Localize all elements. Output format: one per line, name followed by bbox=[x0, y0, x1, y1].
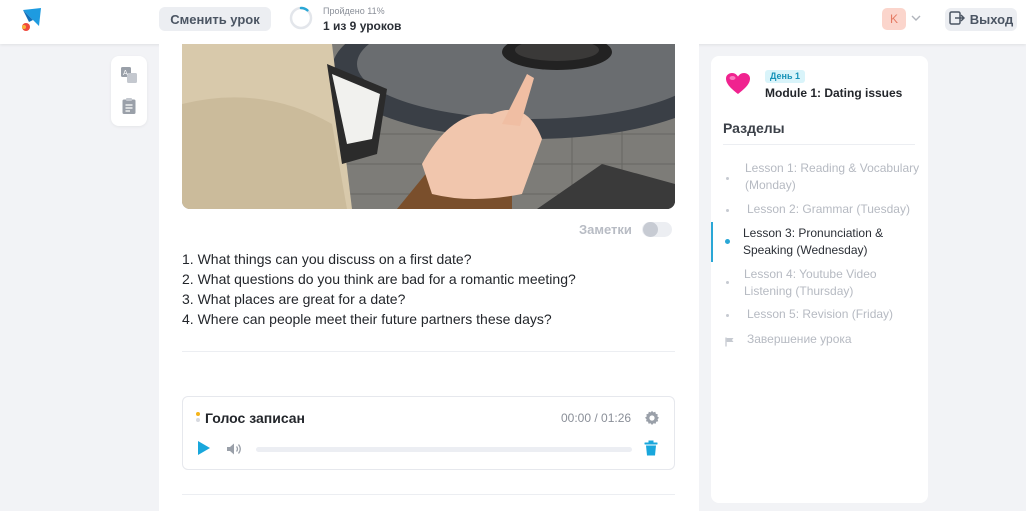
lesson-dot-active bbox=[725, 239, 730, 244]
notes-toggle[interactable] bbox=[641, 222, 672, 237]
sidebar-item-lesson-1[interactable]: Lesson 1: Reading & Vocabulary (Monday) bbox=[745, 160, 925, 194]
lesson-dot bbox=[726, 314, 729, 317]
sections-heading: Разделы bbox=[723, 120, 785, 136]
logout-button[interactable]: Выход bbox=[945, 8, 1017, 31]
chevron-down-icon[interactable] bbox=[910, 11, 922, 23]
question-item: 4. Where can people meet their future pa… bbox=[182, 311, 552, 327]
notes-label: Заметки bbox=[579, 222, 632, 237]
lesson-progress-ring bbox=[289, 6, 313, 30]
section-divider-bottom bbox=[182, 494, 675, 495]
notes-toggle-row[interactable]: Заметки bbox=[579, 222, 672, 237]
sidebar-item-lesson-4[interactable]: Lesson 4: Youtube Video Listening (Thurs… bbox=[744, 266, 924, 300]
gear-icon[interactable] bbox=[644, 410, 660, 426]
day-badge: День 1 bbox=[765, 70, 806, 83]
sidebar-item-lesson-3[interactable]: Lesson 3: Pronunciation & Speaking (Wedn… bbox=[743, 225, 923, 259]
volume-icon[interactable] bbox=[226, 441, 242, 457]
voice-recording-card: Голос записан 00:00 / 01:26 bbox=[182, 396, 675, 470]
sidebar-item-finish[interactable]: Завершение урока bbox=[747, 332, 852, 346]
flag-icon bbox=[725, 334, 735, 347]
question-item: 2. What questions do you think are bad f… bbox=[182, 271, 576, 287]
user-avatar[interactable]: K bbox=[882, 8, 906, 30]
recording-title: Голос записан bbox=[205, 410, 306, 426]
svg-text:A: A bbox=[123, 70, 128, 77]
sidebar-item-lesson-5[interactable]: Lesson 5: Revision (Friday) bbox=[747, 306, 927, 323]
question-item: 1. What things can you discuss on a firs… bbox=[182, 251, 472, 267]
play-icon[interactable] bbox=[196, 440, 212, 456]
clipboard-icon[interactable] bbox=[119, 96, 139, 116]
module-title: Module 1: Dating issues bbox=[765, 86, 903, 100]
lesson-sidebar: День 1 Module 1: Dating issues Разделы L… bbox=[711, 56, 928, 503]
progress-text: Пройдено 11% 1 из 9 уроков bbox=[323, 6, 401, 34]
lesson-dot bbox=[726, 177, 729, 180]
sections-divider bbox=[723, 144, 915, 145]
side-tools: A bbox=[111, 56, 147, 126]
change-lesson-button[interactable]: Сменить урок bbox=[159, 7, 271, 31]
progress-percent-caption: Пройдено 11% bbox=[323, 6, 385, 16]
lesson-dot bbox=[726, 209, 729, 212]
toggle-knob bbox=[642, 222, 658, 237]
translate-icon[interactable]: A bbox=[119, 65, 139, 85]
discussion-questions: 1. What things can you discuss on a firs… bbox=[182, 249, 576, 329]
lesson-dot bbox=[726, 281, 729, 284]
active-lesson-indicator bbox=[711, 222, 713, 262]
logout-label: Выход bbox=[969, 12, 1014, 27]
heart-icon bbox=[725, 72, 751, 96]
lesson-content: Заметки 1. What things can you discuss o… bbox=[159, 44, 699, 511]
progress-lessons-count: 1 из 9 уроков bbox=[323, 19, 402, 33]
question-item: 3. What places are great for a date? bbox=[182, 291, 406, 307]
recording-status-dot-secondary bbox=[196, 418, 200, 422]
recording-status-dot bbox=[196, 412, 200, 416]
lesson-photo bbox=[182, 44, 675, 209]
logout-icon bbox=[949, 11, 965, 28]
trash-icon[interactable] bbox=[644, 440, 658, 456]
app-logo-icon[interactable] bbox=[19, 6, 47, 32]
audio-progress-track[interactable] bbox=[256, 447, 632, 452]
sidebar-item-lesson-2[interactable]: Lesson 2: Grammar (Tuesday) bbox=[747, 201, 927, 218]
top-header: Сменить урок Пройдено 11% 1 из 9 уроков … bbox=[0, 0, 1026, 44]
recording-time: 00:00 / 01:26 bbox=[561, 411, 632, 425]
section-divider bbox=[182, 351, 675, 352]
